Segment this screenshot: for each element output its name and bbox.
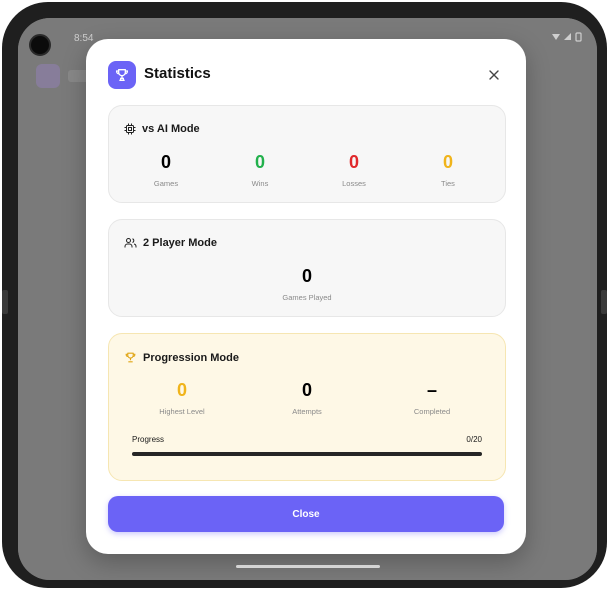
stat-value: 0	[160, 152, 171, 172]
status-time: 8:54	[74, 33, 94, 44]
two-player-title: 2 Player Mode	[143, 237, 217, 249]
progress-bar	[132, 452, 482, 456]
stat-games-played: 0 Games Played	[262, 266, 352, 302]
close-icon	[489, 70, 499, 80]
stat-losses: 0 Losses	[309, 152, 399, 188]
progression-header: Progression Mode	[124, 351, 239, 364]
stat-attempts: 0 Attempts	[262, 380, 352, 416]
vs-ai-title: vs AI Mode	[142, 123, 200, 135]
stat-ties: 0 Ties	[403, 152, 493, 188]
status-icons	[551, 32, 585, 45]
stat-label: Games Played	[282, 293, 332, 302]
trophy-icon	[116, 69, 128, 81]
background-app-icon	[36, 64, 60, 88]
stat-wins: 0 Wins	[215, 152, 305, 188]
stat-label: Games	[153, 179, 179, 188]
vs-ai-card: vs AI Mode 0 Games 0 Wins 0 Losses 0 Tie…	[108, 105, 506, 203]
stat-value: 0	[442, 152, 453, 172]
home-indicator[interactable]	[236, 565, 380, 568]
stat-completed: – Completed	[387, 380, 477, 416]
two-player-header: 2 Player Mode	[124, 237, 217, 249]
progress-label: Progress	[132, 435, 165, 444]
stat-value: 0	[348, 152, 359, 172]
dialog-header: Statistics	[108, 61, 504, 89]
stat-value: 0	[176, 380, 187, 400]
two-player-card: 2 Player Mode 0 Games Played	[108, 219, 506, 317]
trophy-badge	[108, 61, 136, 89]
stat-label: Ties	[441, 179, 455, 188]
statistics-dialog: Statistics vs AI Mode 0 Games 0 Wins 0 L…	[86, 39, 526, 554]
users-icon	[124, 238, 137, 248]
dialog-title: Statistics	[144, 65, 211, 82]
hinge-left	[2, 290, 8, 314]
progression-title: Progression Mode	[143, 351, 239, 364]
progress-row: Progress 0/20	[132, 435, 482, 449]
progress-count: 0/20	[466, 435, 482, 444]
camera-cutout	[29, 34, 51, 56]
stat-label: Completed	[413, 407, 451, 416]
close-button[interactable]: Close	[108, 496, 504, 532]
signal-battery-icon	[552, 32, 582, 42]
stat-label: Attempts	[292, 407, 322, 416]
vs-ai-header: vs AI Mode	[124, 123, 200, 135]
stat-games: 0 Games	[121, 152, 211, 188]
stat-label: Highest Level	[159, 407, 205, 416]
hinge-right	[601, 290, 607, 314]
close-x-button[interactable]	[484, 65, 504, 85]
stat-value: 0	[301, 380, 312, 400]
stat-label: Losses	[342, 179, 366, 188]
stat-value: 0	[254, 152, 265, 172]
stat-highest-level: 0 Highest Level	[137, 380, 227, 416]
stat-value: –	[426, 380, 437, 400]
stat-value: 0	[301, 266, 312, 286]
cpu-icon	[124, 123, 136, 135]
progression-card: Progression Mode 0 Highest Level 0 Attem…	[108, 333, 506, 481]
stat-label: Wins	[251, 179, 269, 188]
trophy-icon	[125, 352, 136, 363]
